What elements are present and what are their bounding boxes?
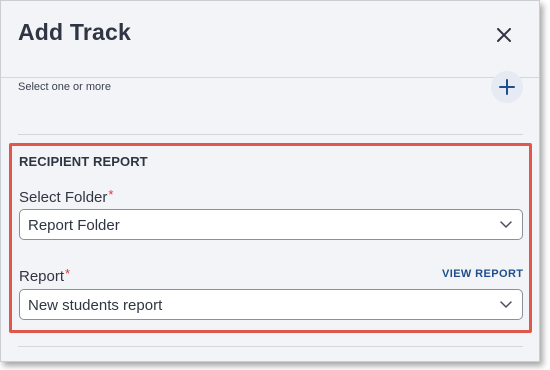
- chevron-down-icon: [500, 301, 512, 308]
- section-title-recipient-report: RECIPIENT REPORT: [19, 154, 148, 169]
- dialog-title: Add Track: [18, 19, 132, 45]
- required-marker: *: [65, 266, 71, 281]
- divider-bottom: [18, 346, 523, 347]
- view-report-link[interactable]: VIEW REPORT: [442, 268, 523, 280]
- folder-select[interactable]: Report Folder: [19, 209, 523, 240]
- add-track-dialog: Add Track Select one or more RECIPIENT R…: [0, 0, 540, 362]
- required-marker: *: [108, 187, 114, 202]
- select-folder-label-text: Select Folder: [19, 189, 108, 206]
- divider-top: [18, 134, 523, 135]
- close-button[interactable]: [490, 21, 518, 49]
- close-icon: [497, 28, 511, 42]
- plus-icon: [499, 79, 515, 95]
- report-select-value: New students report: [28, 297, 163, 314]
- add-button[interactable]: [491, 71, 523, 103]
- helper-text: Select one or more: [18, 81, 111, 93]
- report-label-text: Report: [19, 268, 65, 285]
- report-select[interactable]: New students report: [19, 289, 523, 320]
- report-label: Report*: [19, 266, 71, 285]
- select-folder-label: Select Folder*: [19, 187, 114, 206]
- chevron-down-icon: [500, 221, 512, 228]
- dialog-header: Add Track: [1, 1, 539, 78]
- folder-select-value: Report Folder: [28, 217, 120, 234]
